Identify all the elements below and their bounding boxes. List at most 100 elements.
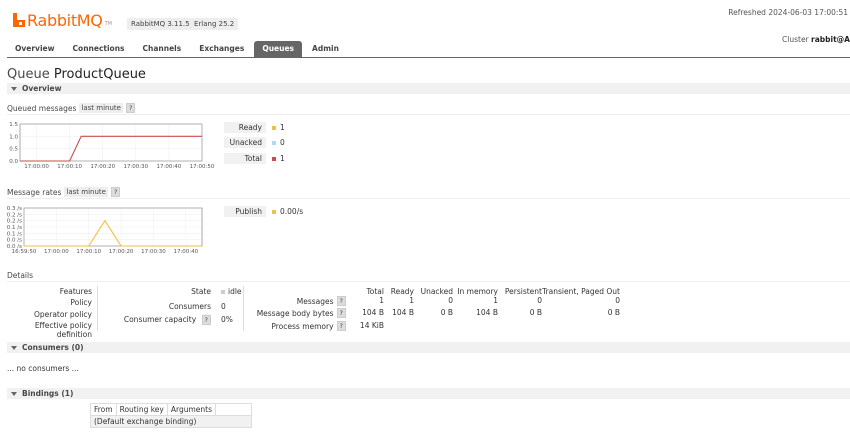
divider	[243, 286, 244, 331]
messages-persistent: 0	[537, 296, 542, 305]
messages-transient: 0	[615, 296, 620, 305]
consumers-label: Consumers	[168, 302, 211, 311]
x-tick-label: 17:00:40	[157, 164, 182, 170]
process-memory-value: 14 KiB	[359, 321, 384, 330]
messages-unacked: 0	[448, 296, 453, 305]
header-transient-paged-out: Transient, Paged Out	[542, 287, 620, 296]
state-value: idle	[221, 287, 242, 296]
tab-admin[interactable]: Admin	[304, 41, 347, 57]
legend-unacked-label: Unacked	[224, 137, 266, 148]
legend-ready-value: 1	[280, 123, 285, 132]
x-tick-label: 17:00:10	[57, 164, 82, 170]
consumer-capacity-value: 0%	[221, 315, 233, 324]
rabbitmq-logo: RabbitMQ TM	[13, 10, 112, 30]
queued-help-button[interactable]: ?	[125, 103, 136, 113]
bindings-table: From Routing key Arguments (Default exch…	[90, 403, 252, 428]
body-bytes-help-button[interactable]: ?	[336, 308, 346, 318]
policy-label: Policy	[70, 298, 92, 307]
messages-in-memory: 1	[493, 296, 498, 305]
process-memory-row-label: Process memory ?	[271, 321, 346, 331]
header-unacked: Unacked	[420, 287, 453, 296]
header-in-memory: In memory	[457, 287, 498, 296]
legend-total: Total 1	[224, 153, 285, 164]
bytes-unacked: 0 B	[440, 308, 453, 317]
section-bindings-toggle[interactable]: Bindings (1)	[7, 388, 850, 399]
x-tick-label: 17:00:00	[24, 164, 49, 170]
y-tick-label: 0.1 /s	[7, 231, 22, 237]
bindings-header-row: From Routing key Arguments	[90, 403, 252, 416]
section-consumers-toggle[interactable]: Consumers (0)	[7, 342, 850, 353]
process-memory-help-button[interactable]: ?	[336, 321, 346, 331]
tab-queues[interactable]: Queues	[254, 41, 303, 57]
process-memory-label: Process memory	[271, 321, 334, 331]
bindings-header-routing-key: Routing key	[115, 403, 168, 416]
legend-publish-value: 0.00/s	[280, 207, 304, 216]
x-tick-label: 17:00:50	[190, 164, 215, 170]
bindings-header-from: From	[90, 403, 117, 416]
y-tick-label: 0.0 /s	[7, 238, 22, 244]
cluster-name: rabbit@A	[811, 35, 850, 44]
divider	[7, 198, 850, 199]
state-label: State	[191, 287, 211, 296]
legend-unacked: Unacked 0	[224, 137, 285, 148]
divider	[7, 281, 850, 282]
queue-name: ProductQueue	[53, 67, 146, 82]
bytes-in-memory: 104 B	[476, 308, 498, 317]
table-row: (Default exchange binding)	[90, 415, 252, 428]
chevron-down-icon	[11, 86, 17, 91]
page-title-prefix: Queue	[7, 67, 50, 82]
bindings-header-actions	[215, 403, 252, 416]
state-text: idle	[228, 287, 242, 296]
messages-total: 1	[379, 296, 384, 305]
legend-total-value: 1	[280, 154, 285, 163]
rates-help-button[interactable]: ?	[110, 187, 121, 197]
chevron-down-icon	[11, 391, 17, 396]
x-tick-label: 17:00:20	[109, 249, 134, 255]
section-overview-toggle[interactable]: Overview	[7, 83, 850, 94]
consumer-capacity-row: Consumer capacity ?	[124, 315, 211, 325]
details-title: Details	[7, 271, 34, 280]
bytes-transient: 0 B	[607, 308, 620, 317]
rabbitmq-logo-icon	[13, 13, 25, 27]
queued-messages-header: Queued messages last minute ?	[7, 103, 136, 113]
y-tick-label: 0.2 /s	[7, 219, 22, 225]
cluster-info: Cluster rabbit@A	[782, 35, 850, 44]
y-tick-label: 1.5	[9, 122, 18, 128]
main-nav-tabs: Overview Connections Channels Exchanges …	[7, 41, 349, 57]
x-tick-label: 17:00:20	[90, 164, 115, 170]
body-bytes-label: Message body bytes	[256, 308, 334, 318]
queued-messages-chart: 1.5 1.0 0.5 0.0 17:00:00 17:00:10 17:00:20 17:0…	[9, 122, 215, 170]
consumer-capacity-help-button[interactable]: ?	[201, 315, 211, 325]
features-label: Features	[59, 287, 92, 296]
legend-ready: Ready 1	[224, 122, 285, 133]
message-rates-chart: 0.3 /s0.2 /s0.2 /s0.1 /s0.1 /s0.0 /s0.0 …	[7, 206, 203, 255]
bytes-ready: 104 B	[392, 308, 414, 317]
tab-overview[interactable]: Overview	[7, 41, 63, 57]
x-tick-label: 17:00:30	[123, 164, 148, 170]
legend-total-swatch	[272, 156, 276, 161]
divider	[7, 114, 850, 115]
header-total: Total	[366, 287, 384, 296]
section-consumers-title: Consumers (0)	[22, 343, 84, 352]
bytes-total: 104 B	[362, 308, 384, 317]
messages-help-button[interactable]: ?	[336, 296, 346, 306]
y-tick-label: 0.0	[9, 159, 18, 165]
y-tick-label: 0.1 /s	[7, 225, 22, 231]
refreshed-timestamp[interactable]: Refreshed 2024-06-03 17:00:51	[728, 8, 848, 17]
brand-name: RabbitMQ	[27, 10, 103, 30]
rates-range-selector[interactable]: last minute	[64, 187, 108, 197]
bindings-header-arguments: Arguments	[166, 403, 217, 416]
message-rates-label: Message rates	[7, 187, 62, 197]
queued-range-selector[interactable]: last minute	[79, 103, 123, 113]
tab-channels[interactable]: Channels	[135, 41, 190, 57]
divider	[97, 286, 98, 331]
no-consumers-message: ... no consumers ...	[7, 364, 79, 373]
section-overview-title: Overview	[22, 84, 62, 93]
message-rates-header: Message rates last minute ?	[7, 187, 121, 197]
cluster-label: Cluster	[782, 35, 809, 44]
effective-policy-label: Effective policy definition	[34, 321, 92, 339]
messages-label: Messages	[296, 296, 334, 306]
tab-connections[interactable]: Connections	[65, 41, 133, 57]
messages-row-label: Messages ?	[297, 296, 346, 306]
tab-exchanges[interactable]: Exchanges	[191, 41, 252, 57]
